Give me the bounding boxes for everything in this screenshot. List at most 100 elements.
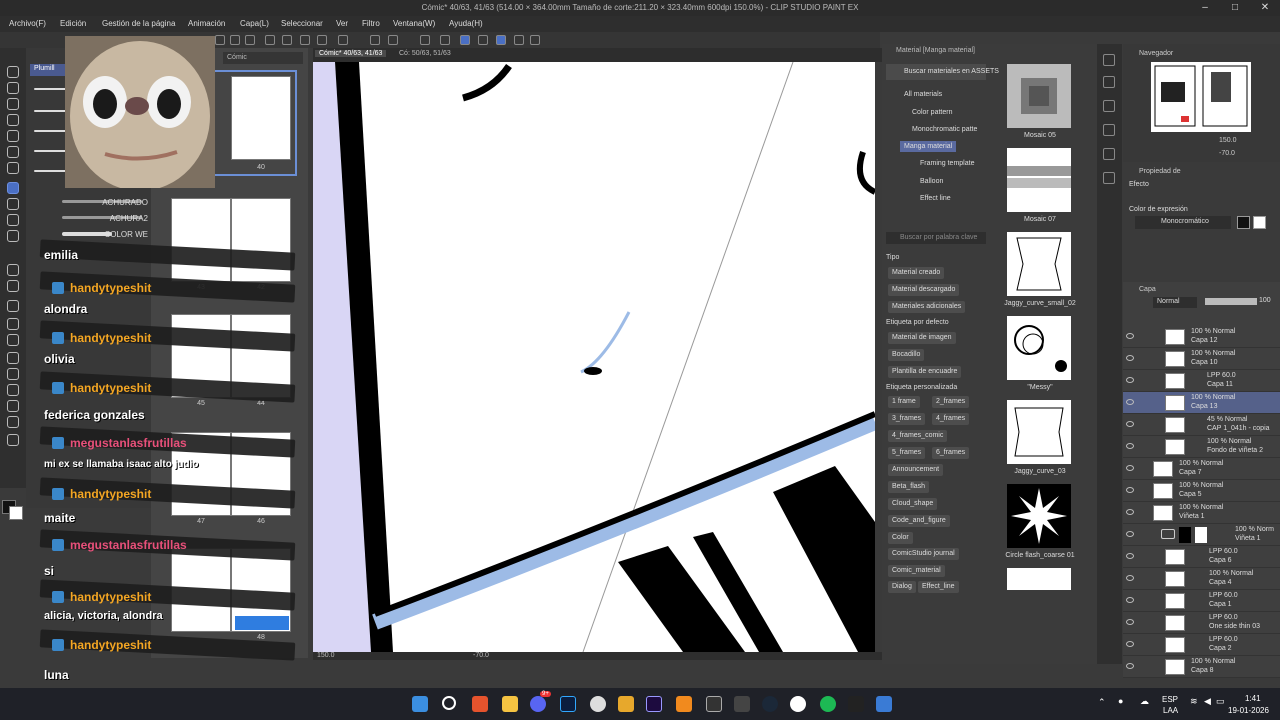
eyedropper-tool-icon[interactable] — [7, 162, 19, 174]
visibility-eye-icon[interactable] — [1126, 421, 1134, 427]
tree-item[interactable]: Balloon — [920, 178, 943, 185]
tag-button[interactable]: 4_frames — [932, 413, 970, 425]
tag-button[interactable]: 1 frame — [888, 396, 920, 408]
correct-line-tool-icon[interactable] — [7, 416, 19, 428]
navigator-preview[interactable] — [1151, 62, 1251, 132]
visibility-eye-icon[interactable] — [1126, 619, 1134, 625]
menu-gestion-pagina[interactable]: Gestión de la página — [102, 19, 175, 28]
layer-row[interactable]: LPP 60.0 Capa 11 — [1123, 370, 1280, 392]
discord-icon[interactable] — [530, 696, 546, 712]
frame-tool-icon[interactable] — [7, 352, 19, 364]
layer-row[interactable]: 100 % Normal Capa 4 — [1123, 568, 1280, 590]
tag-button[interactable]: 2_frames — [932, 396, 970, 408]
operation-tool-icon[interactable] — [7, 98, 19, 110]
tag-button[interactable]: 6_frames — [932, 447, 970, 459]
spotify-icon[interactable] — [820, 696, 836, 712]
visibility-eye-icon[interactable] — [1126, 377, 1134, 383]
open-file-icon[interactable] — [230, 35, 240, 45]
layer-folder-row[interactable]: 100 % Norm Viñeta 1 — [1123, 524, 1280, 546]
move-tool-icon[interactable] — [7, 114, 19, 126]
steam-icon[interactable] — [762, 696, 778, 712]
drawing-canvas[interactable] — [313, 62, 875, 652]
selection-icon[interactable] — [338, 35, 348, 45]
page-manager-tab[interactable]: Cómic — [223, 52, 303, 64]
layer-row[interactable]: 100 % Normal Capa 10 — [1123, 348, 1280, 370]
windows-start-icon[interactable] — [412, 696, 428, 712]
hand-tool-icon[interactable] — [7, 82, 19, 94]
volume-icon[interactable]: ◀ — [1204, 696, 1211, 707]
menu-ver[interactable]: Ver — [336, 19, 348, 28]
search-assets-button[interactable]: Buscar materiales en ASSETS — [886, 64, 999, 80]
visibility-eye-icon[interactable] — [1126, 553, 1134, 559]
selection-tool-icon[interactable] — [7, 130, 19, 142]
visibility-eye-icon[interactable] — [1126, 531, 1134, 537]
brush-name[interactable]: ACHURA2 — [68, 214, 148, 223]
visibility-eye-icon[interactable] — [1126, 399, 1134, 405]
microphone-icon[interactable]: ● — [1118, 696, 1123, 706]
cloud-icon[interactable]: ☁ — [1140, 696, 1149, 707]
material-thumbnail[interactable] — [1007, 316, 1071, 380]
tag-button[interactable]: Material descargado — [888, 284, 960, 296]
material-thumbnail[interactable] — [1007, 400, 1071, 464]
app-icon[interactable] — [676, 696, 692, 712]
rotation-readout[interactable]: -70.0 — [473, 652, 489, 659]
tree-item[interactable]: All materials — [904, 91, 942, 98]
sub-view-icon[interactable] — [1103, 76, 1115, 88]
transform-icon[interactable] — [388, 35, 398, 45]
battery-icon[interactable]: ▭ — [1216, 696, 1225, 707]
tag-button[interactable]: 3_frames — [888, 413, 926, 425]
capture-icon[interactable] — [706, 696, 722, 712]
menu-filtro[interactable]: Filtro — [362, 19, 380, 28]
obs-icon[interactable] — [790, 696, 806, 712]
file-explorer-icon[interactable] — [502, 696, 518, 712]
search-icon[interactable] — [442, 696, 456, 710]
menu-seleccionar[interactable]: Seleccionar — [281, 19, 323, 28]
ruler-icon[interactable] — [420, 35, 430, 45]
page-thumbnail[interactable] — [171, 198, 231, 282]
redo-icon[interactable] — [317, 35, 327, 45]
layer-row[interactable]: 45 % Normal CAP 1_041h - copia — [1123, 414, 1280, 436]
tag-button[interactable]: Announcement — [888, 464, 944, 476]
page-thumbnail[interactable] — [231, 76, 291, 160]
keyboard-language[interactable]: ESP — [1162, 695, 1178, 704]
tag-button[interactable]: 4_frames_comic — [888, 430, 948, 442]
tag-button[interactable]: Code_and_figure — [888, 515, 950, 527]
zoom-readout[interactable]: 150.0 — [317, 652, 335, 659]
eraser-tool-icon[interactable] — [7, 264, 19, 276]
canvas-tab[interactable]: Có: 50/63, 51/63 — [395, 50, 455, 57]
sub-color-swatch[interactable] — [9, 506, 23, 520]
visibility-eye-icon[interactable] — [1126, 509, 1134, 515]
export-icon[interactable] — [265, 35, 275, 45]
menu-animacion[interactable]: Animación — [188, 19, 225, 28]
tree-item[interactable]: Framing template — [920, 160, 974, 167]
tag-button[interactable]: Cloud_shape — [888, 498, 938, 510]
tag-button[interactable]: Material creado — [888, 267, 945, 279]
tag-button[interactable]: Beta_flash — [888, 481, 930, 493]
minimize-icon[interactable]: – — [1190, 2, 1220, 13]
visibility-eye-icon[interactable] — [1126, 597, 1134, 603]
opacity-value[interactable]: 100 — [1259, 297, 1271, 304]
wifi-icon[interactable]: ≋ — [1190, 696, 1198, 707]
layer-row[interactable]: LPP 60.0 Capa 6 — [1123, 546, 1280, 568]
zoom-tool-icon[interactable] — [7, 66, 19, 78]
app-icon[interactable] — [734, 696, 750, 712]
visibility-eye-icon[interactable] — [1126, 487, 1134, 493]
tag-button[interactable]: Dialog — [888, 581, 916, 593]
material-thumbnail[interactable] — [1007, 568, 1071, 590]
menu-edicion[interactable]: Edición — [60, 19, 86, 28]
layer-row[interactable]: 100 % Normal Capa 12 — [1123, 326, 1280, 348]
navigator-zoom[interactable]: 150.0 — [1219, 137, 1237, 144]
layer-row[interactable]: 100 % Normal Capa 7 — [1123, 458, 1280, 480]
visibility-eye-icon[interactable] — [1126, 465, 1134, 471]
ruler-tool-icon[interactable] — [7, 368, 19, 380]
eyedrop-color-icon[interactable] — [7, 434, 19, 446]
visibility-eye-icon[interactable] — [1126, 443, 1134, 449]
close-icon[interactable]: ✕ — [1250, 2, 1280, 13]
brave-browser-icon[interactable] — [472, 696, 488, 712]
tag-button[interactable]: Effect_line — [918, 581, 959, 593]
material-thumbnail[interactable] — [1007, 484, 1071, 548]
black-swatch[interactable] — [1237, 216, 1250, 229]
text-tool-icon[interactable] — [7, 384, 19, 396]
navigator-rotation[interactable]: -70.0 — [1219, 150, 1235, 157]
tree-item[interactable]: Monochromatic patte — [912, 126, 977, 133]
